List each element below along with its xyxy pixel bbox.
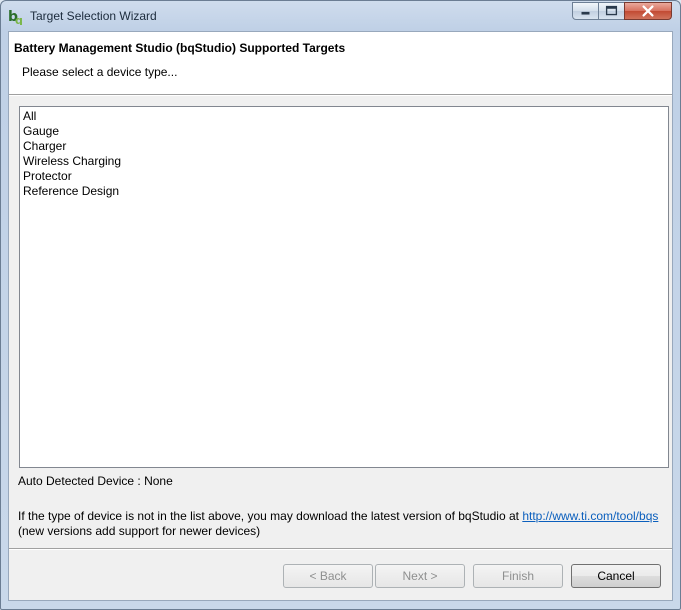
list-item-all[interactable]: All (23, 109, 36, 124)
download-info-prefix: If the type of device is not in the list… (18, 509, 523, 523)
list-item-protector[interactable]: Protector (23, 169, 72, 184)
maximize-icon (605, 5, 618, 16)
wizard-window: b q Target Selection Wizard Battery Mana… (0, 0, 681, 610)
device-type-list[interactable]: All Gauge Charger Wireless Charging Prot… (19, 106, 669, 468)
page-subtitle: Please select a device type... (22, 65, 178, 79)
back-button[interactable]: < Back (283, 564, 373, 588)
wizard-header: Battery Management Studio (bqStudio) Sup… (9, 32, 672, 95)
page-title: Battery Management Studio (bqStudio) Sup… (14, 41, 346, 55)
download-info-note: (new versions add support for newer devi… (18, 524, 261, 538)
close-icon (642, 5, 654, 17)
svg-text:q: q (15, 14, 23, 25)
footer-separator-highlight (9, 549, 672, 550)
finish-button[interactable]: Finish (473, 564, 563, 588)
next-button[interactable]: Next > (375, 564, 465, 588)
auto-detected-device-label: Auto Detected Device : None (18, 474, 173, 488)
window-title: Target Selection Wizard (30, 9, 157, 23)
list-item-charger[interactable]: Charger (23, 139, 66, 154)
close-button[interactable] (624, 2, 672, 20)
wizard-page: Battery Management Studio (bqStudio) Sup… (8, 31, 673, 601)
list-item-gauge[interactable]: Gauge (23, 124, 59, 139)
minimize-icon (581, 11, 590, 15)
bq-app-icon: b q (8, 9, 23, 25)
maximize-button[interactable] (598, 2, 625, 20)
list-item-wireless-charging[interactable]: Wireless Charging (23, 154, 121, 169)
list-item-reference-design[interactable]: Reference Design (23, 184, 119, 199)
title-bar[interactable]: b q Target Selection Wizard (1, 1, 680, 31)
download-link[interactable]: http://www.ti.com/tool/bqs (522, 509, 658, 523)
cancel-button[interactable]: Cancel (571, 564, 661, 588)
minimize-button[interactable] (572, 2, 599, 20)
download-info-text: If the type of device is not in the list… (18, 509, 658, 524)
header-separator (9, 95, 672, 96)
